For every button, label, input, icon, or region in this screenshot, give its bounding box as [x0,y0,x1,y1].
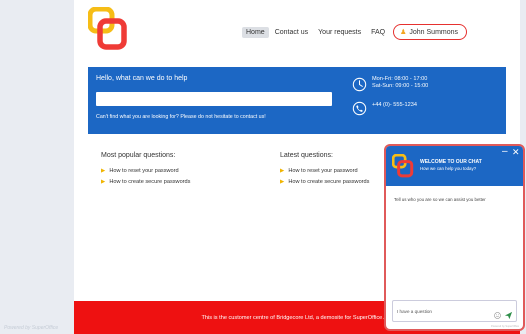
nav-contact-us[interactable]: Contact us [271,27,312,38]
chat-message: Tell us who you are so we can assist you… [394,197,486,202]
list-item[interactable]: ▶ How to create secure passwords [101,176,190,187]
nav-home[interactable]: Home [242,26,269,38]
send-icon[interactable] [504,311,513,320]
question-link[interactable]: How to create secure passwords [288,179,369,185]
top-navigation: Home Contact us Your requests FAQ ♟ John… [242,24,468,40]
nav-faq[interactable]: FAQ [367,27,389,38]
minimize-icon[interactable]: – [502,147,508,157]
arrow-right-icon: ▶ [101,178,106,185]
emoji-icon[interactable] [494,312,501,319]
chat-title: WELCOME TO OUR CHAT [420,159,482,165]
hours-weekday: Mon-Fri: 08:00 - 17:00 [372,76,428,82]
arrow-right-icon: ▶ [101,167,106,174]
latest-questions-list: ▶ How to reset your password ▶ How to crea… [280,165,369,187]
nav-your-requests[interactable]: Your requests [314,27,365,38]
popular-questions-title: Most popular questions: [101,152,176,159]
powered-by-label: Powered by SuperOffice [4,325,59,331]
close-icon[interactable]: ✕ [512,147,520,157]
phone-number[interactable]: +44 (0)- 555-1234 [372,102,417,108]
arrow-right-icon: ▶ [280,178,285,185]
person-icon: ♟ [400,29,407,36]
user-name: John Summons [409,28,459,36]
opening-hours: Mon-Fri: 08:00 - 17:00 Sat-Sun: 09:00 - … [372,76,428,90]
latest-questions-title: Latest questions: [280,152,333,159]
phone-icon [352,101,367,116]
hours-weekend: Sat-Sun: 09:00 - 15:00 [372,83,429,89]
contact-hint-text[interactable]: Can't find what you are looking for? Ple… [96,114,266,120]
list-item[interactable]: ▶ How to reset your password [101,165,190,176]
question-link[interactable]: How to create secure passwords [109,179,190,185]
chat-widget: WELCOME TO OUR CHAT How we can help you … [384,144,525,331]
help-banner: Hello, what can we do to help Can't find… [88,67,506,134]
footer-text: This is the customer centre of Bridgecor… [201,314,393,321]
search-input[interactable] [96,92,332,106]
clock-icon [352,77,367,92]
question-link[interactable]: How to reset your password [288,168,357,174]
chat-powered-by: Powered by SuperOffice [491,325,520,328]
arrow-right-icon: ▶ [280,167,285,174]
chat-header: WELCOME TO OUR CHAT How we can help you … [386,146,523,186]
bridgecore-logo[interactable] [88,7,128,51]
list-item[interactable]: ▶ How to reset your password [280,165,369,176]
user-menu-button[interactable]: ♟ John Summons [393,24,468,40]
popular-questions-list: ▶ How to reset your password ▶ How to crea… [101,165,190,187]
list-item[interactable]: ▶ How to create secure passwords [280,176,369,187]
question-link[interactable]: How to reset your password [109,168,178,174]
chat-logo [392,154,414,178]
banner-title: Hello, what can we do to help [96,75,188,82]
chat-subtitle: How we can help you today? [420,166,477,171]
